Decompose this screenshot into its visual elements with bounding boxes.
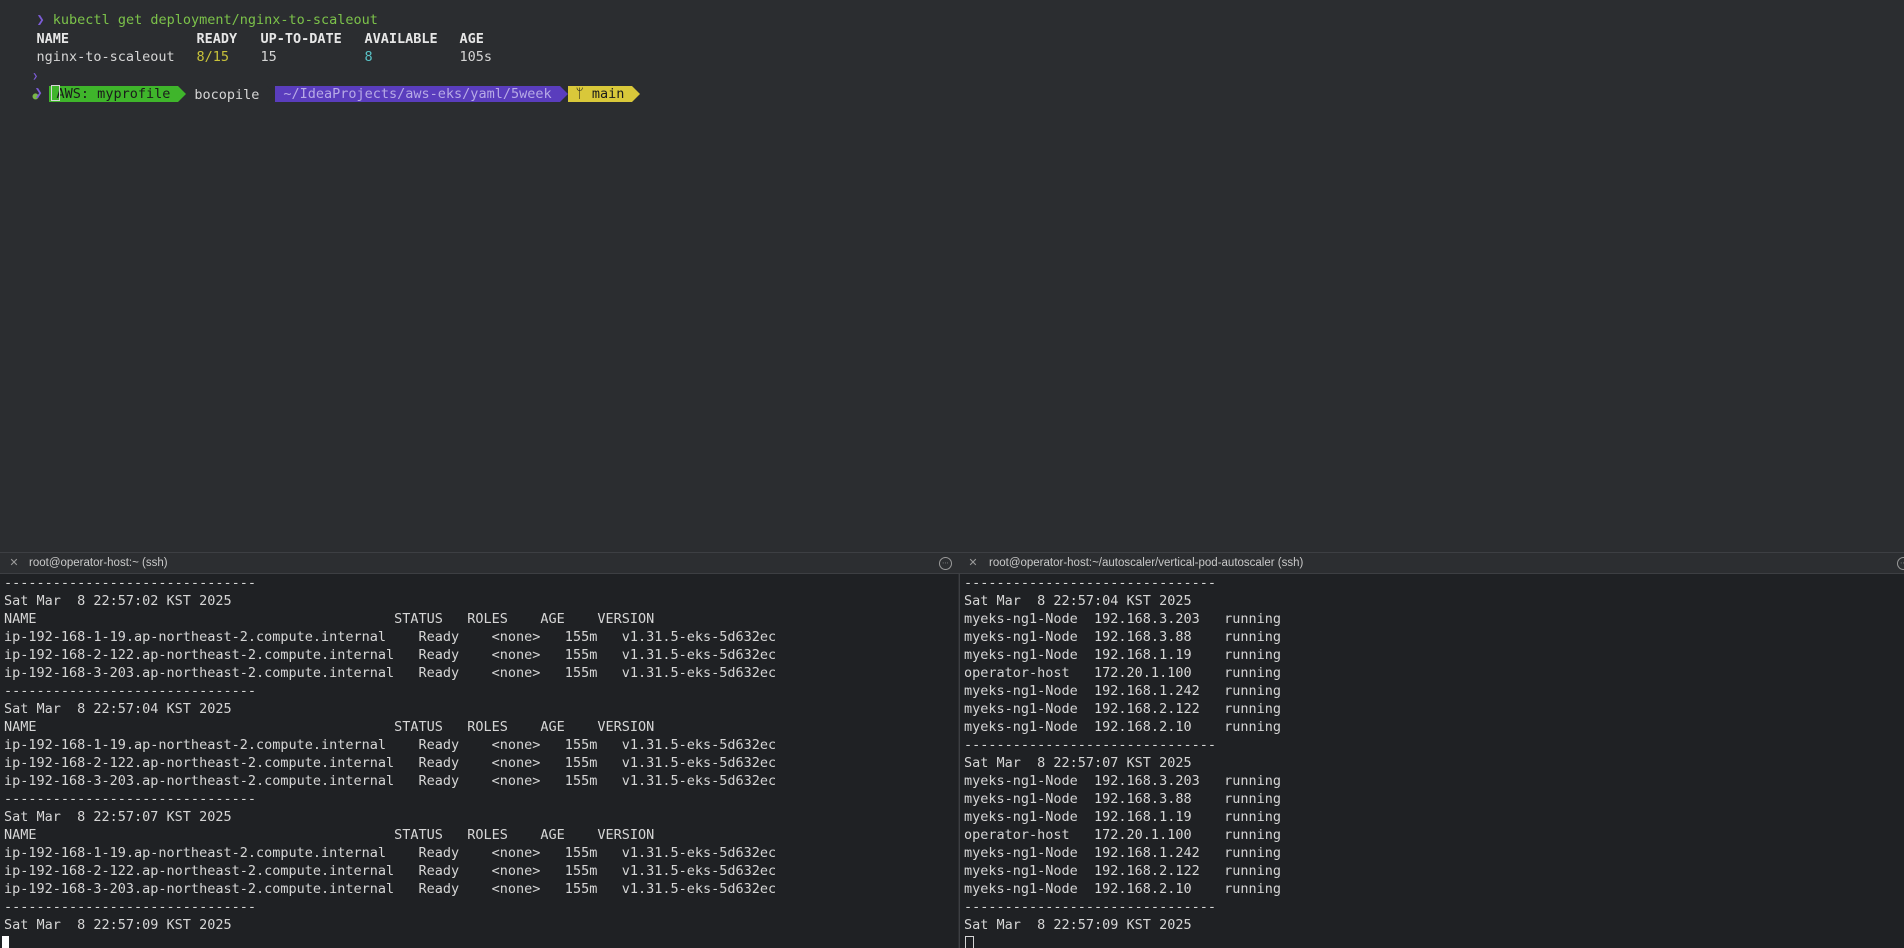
instance-row: myeks-ng1-Node 192.168.2.10 running	[964, 881, 1281, 897]
more-options-icon[interactable]: ⋯	[939, 557, 952, 570]
prompt-arrow-icon: ❯	[34, 85, 43, 101]
left-terminal-pane[interactable]: ------------------------------- Sat Mar …	[0, 574, 958, 948]
timestamp: Sat Mar 8 22:57:02 KST 2025	[4, 593, 232, 609]
instance-row: myeks-ng1-Node 192.168.1.242 running	[964, 845, 1281, 861]
node-row: ip-192-168-1-19.ap-northeast-2.compute.i…	[4, 845, 777, 861]
text-cursor	[965, 935, 974, 948]
node-header: NAME STATUS ROLES AGE VERSION	[4, 827, 655, 843]
instance-row: myeks-ng1-Node 192.168.2.122 running	[964, 701, 1281, 717]
cursor-line	[2, 934, 9, 948]
instance-row: operator-host 172.20.1.100 running	[964, 665, 1281, 681]
deployment-header-row: NAME READY UP-TO-DATE AVAILABLE AGE	[4, 12, 484, 47]
node-row: ip-192-168-1-19.ap-northeast-2.compute.i…	[4, 737, 777, 753]
separator-line: -------------------------------	[964, 737, 1216, 753]
node-row: ip-192-168-2-122.ap-northeast-2.compute.…	[4, 863, 777, 879]
right-terminal-pane[interactable]: ------------------------------- Sat Mar …	[959, 574, 1904, 948]
node-row: ip-192-168-2-122.ap-northeast-2.compute.…	[4, 647, 777, 663]
close-icon[interactable]: ✕	[7, 553, 21, 573]
text-cursor	[2, 936, 9, 948]
node-row: ip-192-168-2-122.ap-northeast-2.compute.…	[4, 755, 777, 771]
timestamp: Sat Mar 8 22:57:09 KST 2025	[4, 917, 232, 933]
instance-row: myeks-ng1-Node 192.168.2.122 running	[964, 863, 1281, 879]
separator-line: -------------------------------	[4, 899, 256, 915]
node-header: NAME STATUS ROLES AGE VERSION	[4, 611, 655, 627]
close-icon[interactable]: ✕	[966, 553, 980, 573]
cursor-line	[965, 934, 974, 948]
instance-row: myeks-ng1-Node 192.168.3.88 running	[964, 629, 1281, 645]
more-options-icon[interactable]: ⋯	[1897, 557, 1904, 570]
node-row: ip-192-168-3-203.ap-northeast-2.compute.…	[4, 773, 777, 789]
separator-line: -------------------------------	[4, 791, 256, 807]
git-branch-segment: ᛘ main	[567, 86, 633, 102]
chevron-icon	[267, 86, 276, 102]
input-line[interactable]: ❯	[2, 66, 60, 101]
top-terminal-pane[interactable]: ❯ kubectl get deployment/nginx-to-scaleo…	[0, 0, 1904, 552]
instance-row: myeks-ng1-Node 192.168.3.203 running	[964, 773, 1281, 789]
separator-line: -------------------------------	[964, 575, 1216, 591]
instance-row: myeks-ng1-Node 192.168.1.19 running	[964, 647, 1281, 663]
command-line: ❯ kubectl get deployment/nginx-to-scaleo…	[4, 0, 378, 28]
instance-row: myeks-ng1-Node 192.168.1.242 running	[964, 683, 1281, 699]
chevron-icon	[632, 86, 641, 102]
separator-line: -------------------------------	[4, 683, 256, 699]
instance-row: myeks-ng1-Node 192.168.3.88 running	[964, 791, 1281, 807]
timestamp: Sat Mar 8 22:57:09 KST 2025	[964, 917, 1192, 933]
powerline-prompt: ❯ ● AWS: myprofile bocopile ~/IdeaProjects/…	[0, 48, 641, 103]
deployment-row: nginx-to-scaleout 8/15 15 8 105s	[4, 30, 493, 65]
node-row: ip-192-168-3-203.ap-northeast-2.compute.…	[4, 665, 777, 681]
user-segment: bocopile	[194, 87, 260, 103]
node-header: NAME STATUS ROLES AGE VERSION	[4, 719, 655, 735]
chevron-icon	[559, 86, 568, 102]
aws-profile-segment: AWS: myprofile	[48, 86, 179, 102]
timestamp: Sat Mar 8 22:57:07 KST 2025	[964, 755, 1192, 771]
timestamp: Sat Mar 8 22:57:07 KST 2025	[4, 809, 232, 825]
timestamp: Sat Mar 8 22:57:04 KST 2025	[4, 701, 232, 717]
split-tab-bar: ✕ root@operator-host:~ (ssh) ⋯ ✕ root@op…	[0, 552, 1904, 574]
path-segment: ~/IdeaProjects/aws-eks/yaml/5week	[275, 86, 560, 102]
tab-right-title[interactable]: root@operator-host:~/autoscaler/vertical…	[989, 553, 1303, 573]
tab-left-title[interactable]: root@operator-host:~ (ssh)	[29, 553, 168, 573]
instance-row: myeks-ng1-Node 192.168.1.19 running	[964, 809, 1281, 825]
separator-line: -------------------------------	[964, 899, 1216, 915]
instance-row: operator-host 172.20.1.100 running	[964, 827, 1281, 843]
instance-row: myeks-ng1-Node 192.168.2.10 running	[964, 719, 1281, 735]
separator-line: -------------------------------	[4, 575, 256, 591]
node-row: ip-192-168-3-203.ap-northeast-2.compute.…	[4, 881, 777, 897]
text-cursor	[50, 85, 60, 101]
instance-row: myeks-ng1-Node 192.168.3.203 running	[964, 611, 1281, 627]
timestamp: Sat Mar 8 22:57:04 KST 2025	[964, 593, 1192, 609]
node-row: ip-192-168-1-19.ap-northeast-2.compute.i…	[4, 629, 777, 645]
